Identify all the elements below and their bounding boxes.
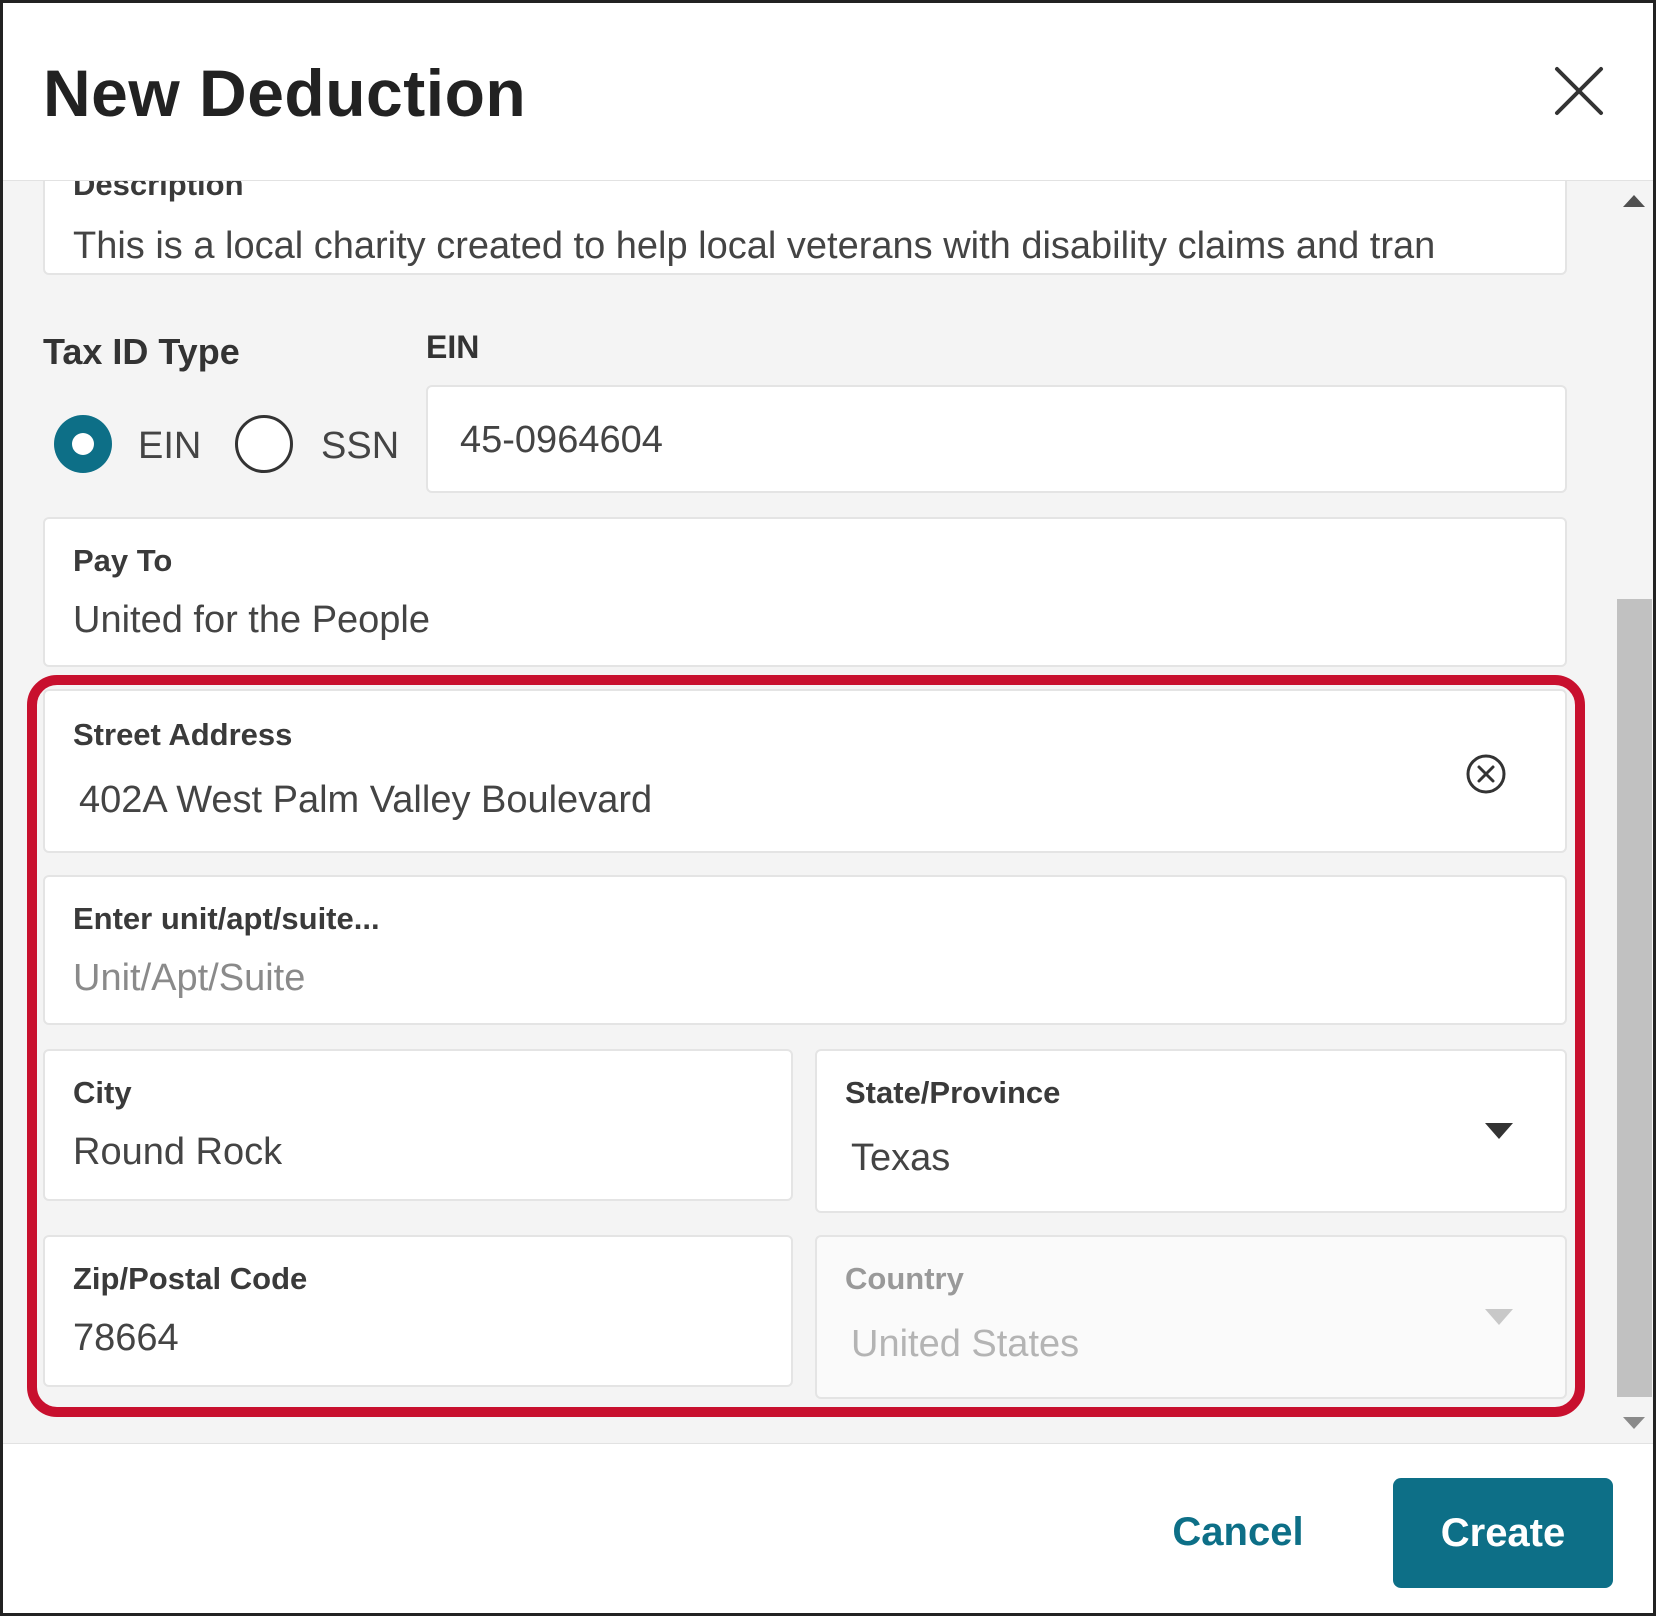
new-deduction-dialog: New Deduction Description This is a loca… — [0, 0, 1656, 1616]
city-value: Round Rock — [73, 1131, 283, 1173]
close-icon[interactable] — [1549, 61, 1609, 121]
ein-radio-label[interactable]: EIN — [138, 425, 201, 468]
street-address-label: Street Address — [73, 717, 293, 752]
description-value: This is a local charity created to help … — [73, 225, 1436, 267]
cancel-button[interactable]: Cancel — [1153, 1482, 1323, 1582]
city-label: City — [73, 1075, 132, 1110]
dialog-footer: Cancel Create — [3, 1443, 1653, 1613]
unit-placeholder: Unit/Apt/Suite — [73, 957, 306, 999]
ssn-radio[interactable] — [235, 415, 293, 473]
street-address-field[interactable]: Street Address 402A West Palm Valley Bou… — [43, 689, 1567, 853]
unit-label: Enter unit/apt/suite... — [73, 901, 380, 936]
zip-value: 78664 — [73, 1317, 179, 1359]
pay-to-label: Pay To — [73, 543, 173, 578]
country-value: United States — [851, 1323, 1080, 1365]
unit-field[interactable]: Enter unit/apt/suite... Unit/Apt/Suite — [43, 875, 1567, 1025]
pay-to-value: United for the People — [73, 599, 431, 641]
street-address-value: 402A West Palm Valley Boulevard — [79, 779, 653, 821]
state-value: Texas — [851, 1137, 951, 1179]
zip-field[interactable]: Zip/Postal Code 78664 — [43, 1235, 793, 1387]
country-select: Country United States — [815, 1235, 1567, 1399]
ein-input[interactable]: 45-0964604 — [426, 385, 1567, 493]
pay-to-field[interactable]: Pay To United for the People — [43, 517, 1567, 667]
dialog-title: New Deduction — [43, 56, 527, 130]
create-button[interactable]: Create — [1393, 1478, 1613, 1588]
ein-label: EIN — [426, 329, 480, 365]
state-select[interactable]: State/Province Texas — [815, 1049, 1567, 1213]
ein-value: 45-0964604 — [460, 419, 663, 461]
dialog-header: New Deduction — [3, 3, 1653, 181]
scrollbar[interactable] — [1613, 181, 1653, 1443]
ein-radio[interactable] — [54, 415, 112, 473]
zip-label: Zip/Postal Code — [73, 1261, 308, 1296]
chevron-down-icon[interactable] — [1485, 1123, 1513, 1139]
scroll-down-arrow-icon[interactable] — [1623, 1417, 1645, 1429]
chevron-down-icon — [1485, 1309, 1513, 1325]
scroll-thumb[interactable] — [1617, 599, 1652, 1397]
state-label: State/Province — [845, 1075, 1061, 1110]
ssn-radio-label[interactable]: SSN — [321, 425, 399, 468]
country-label: Country — [845, 1261, 964, 1296]
dialog-body[interactable]: Description This is a local charity crea… — [3, 181, 1613, 1443]
city-field[interactable]: City Round Rock — [43, 1049, 793, 1201]
description-field[interactable]: Description This is a local charity crea… — [43, 181, 1567, 275]
scroll-up-arrow-icon[interactable] — [1623, 195, 1645, 207]
description-label: Description — [73, 181, 244, 202]
tax-id-type-label: Tax ID Type — [43, 331, 240, 372]
circle-x-icon[interactable] — [1465, 753, 1507, 795]
